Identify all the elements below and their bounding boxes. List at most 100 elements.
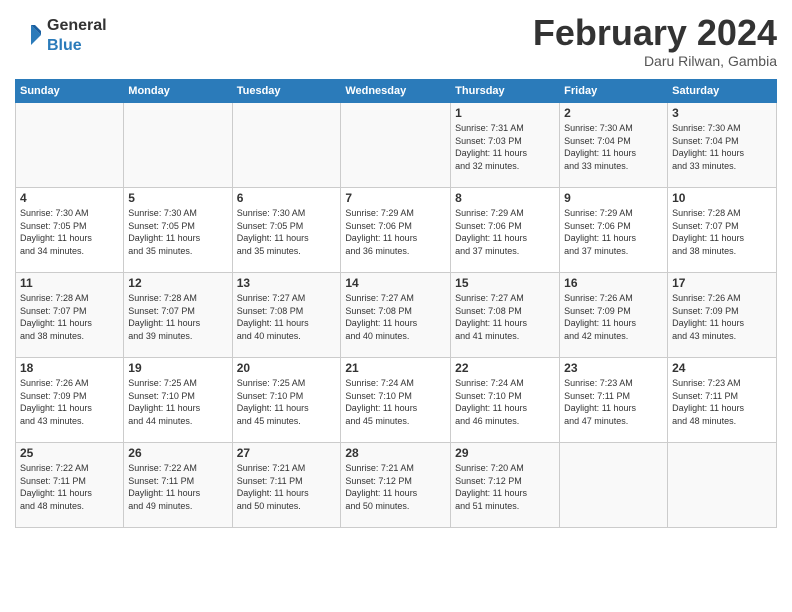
day-info: Sunrise: 7:23 AMSunset: 7:11 PMDaylight:…: [672, 377, 772, 427]
calendar-cell: 25 Sunrise: 7:22 AMSunset: 7:11 PMDayligh…: [16, 443, 124, 528]
calendar-cell: 29 Sunrise: 7:20 AMSunset: 7:12 PMDayligh…: [451, 443, 560, 528]
day-number: 22: [455, 361, 555, 375]
calendar-cell: 17 Sunrise: 7:26 AMSunset: 7:09 PMDayligh…: [668, 273, 777, 358]
day-number: 19: [128, 361, 227, 375]
day-info: Sunrise: 7:26 AMSunset: 7:09 PMDaylight:…: [20, 377, 119, 427]
day-number: 29: [455, 446, 555, 460]
day-number: 5: [128, 191, 227, 205]
day-info: Sunrise: 7:30 AMSunset: 7:04 PMDaylight:…: [564, 122, 663, 172]
calendar-cell: [341, 103, 451, 188]
calendar-table: SundayMondayTuesdayWednesdayThursdayFrid…: [15, 79, 777, 528]
weekday-header: Tuesday: [232, 80, 341, 103]
logo-general: General: [47, 15, 107, 35]
calendar-week-row: 18Sunrise: 7:26 AMSunset: 7:09 PMDayligh…: [16, 358, 777, 443]
calendar-cell: 11Sunrise: 7:28 AMSunset: 7:07 PMDayligh…: [16, 273, 124, 358]
day-info: Sunrise: 7:29 AMSunset: 7:06 PMDaylight:…: [455, 207, 555, 257]
header: General Blue February 2024 Daru Rilwan, …: [15, 15, 777, 69]
day-number: 26: [128, 446, 227, 460]
day-info: Sunrise: 7:26 AMSunset: 7:09 PMDaylight:…: [564, 292, 663, 342]
day-info: Sunrise: 7:28 AMSunset: 7:07 PMDaylight:…: [672, 207, 772, 257]
day-info: Sunrise: 7:25 AMSunset: 7:10 PMDaylight:…: [128, 377, 227, 427]
calendar-cell: 22Sunrise: 7:24 AMSunset: 7:10 PMDayligh…: [451, 358, 560, 443]
day-info: Sunrise: 7:29 AMSunset: 7:06 PMDaylight:…: [564, 207, 663, 257]
day-info: Sunrise: 7:25 AMSunset: 7:10 PMDaylight:…: [237, 377, 337, 427]
calendar-cell: [16, 103, 124, 188]
day-info: Sunrise: 7:21 AMSunset: 7:12 PMDaylight:…: [345, 462, 446, 512]
calendar-cell: 3 Sunrise: 7:30 AMSunset: 7:04 PMDaylight…: [668, 103, 777, 188]
day-info: Sunrise: 7:20 AMSunset: 7:12 PMDaylight:…: [455, 462, 555, 512]
day-number: 27: [237, 446, 337, 460]
calendar-header: SundayMondayTuesdayWednesdayThursdayFrid…: [16, 80, 777, 103]
day-info: Sunrise: 7:30 AMSunset: 7:05 PMDaylight:…: [237, 207, 337, 257]
day-number: 2: [564, 106, 663, 120]
calendar-cell: 24Sunrise: 7:23 AMSunset: 7:11 PMDayligh…: [668, 358, 777, 443]
weekday-header: Thursday: [451, 80, 560, 103]
weekday-header: Wednesday: [341, 80, 451, 103]
calendar-cell: 18Sunrise: 7:26 AMSunset: 7:09 PMDayligh…: [16, 358, 124, 443]
day-number: 23: [564, 361, 663, 375]
day-info: Sunrise: 7:29 AMSunset: 7:06 PMDaylight:…: [345, 207, 446, 257]
day-number: 8: [455, 191, 555, 205]
day-number: 6: [237, 191, 337, 205]
day-number: 28: [345, 446, 446, 460]
calendar-cell: 12Sunrise: 7:28 AMSunset: 7:07 PMDayligh…: [124, 273, 232, 358]
calendar-cell: 28 Sunrise: 7:21 AMSunset: 7:12 PMDayligh…: [341, 443, 451, 528]
day-info: Sunrise: 7:22 AMSunset: 7:11 PMDaylight:…: [128, 462, 227, 512]
logo: General Blue: [15, 15, 107, 55]
weekday-header: Friday: [560, 80, 668, 103]
weekday-header: Monday: [124, 80, 232, 103]
day-info: Sunrise: 7:28 AMSunset: 7:07 PMDaylight:…: [20, 292, 119, 342]
day-number: 25: [20, 446, 119, 460]
day-info: Sunrise: 7:26 AMSunset: 7:09 PMDaylight:…: [672, 292, 772, 342]
day-info: Sunrise: 7:31 AMSunset: 7:03 PMDaylight:…: [455, 122, 555, 172]
day-number: 4: [20, 191, 119, 205]
day-info: Sunrise: 7:24 AMSunset: 7:10 PMDaylight:…: [345, 377, 446, 427]
calendar-cell: 8 Sunrise: 7:29 AMSunset: 7:06 PMDaylight…: [451, 188, 560, 273]
day-info: Sunrise: 7:23 AMSunset: 7:11 PMDaylight:…: [564, 377, 663, 427]
day-number: 3: [672, 106, 772, 120]
month-title: February 2024: [533, 15, 777, 51]
logo-icon: [15, 21, 43, 49]
day-number: 16: [564, 276, 663, 290]
calendar-week-row: 1 Sunrise: 7:31 AMSunset: 7:03 PMDaylight…: [16, 103, 777, 188]
calendar-cell: 19 Sunrise: 7:25 AMSunset: 7:10 PMDayligh…: [124, 358, 232, 443]
calendar-cell: 10 Sunrise: 7:28 AMSunset: 7:07 PMDayligh…: [668, 188, 777, 273]
calendar-cell: [232, 103, 341, 188]
calendar-cell: [124, 103, 232, 188]
calendar-cell: 2 Sunrise: 7:30 AMSunset: 7:04 PMDaylight…: [560, 103, 668, 188]
calendar-cell: 5Sunrise: 7:30 AMSunset: 7:05 PMDaylight…: [124, 188, 232, 273]
day-info: Sunrise: 7:21 AMSunset: 7:11 PMDaylight:…: [237, 462, 337, 512]
calendar-week-row: 25 Sunrise: 7:22 AMSunset: 7:11 PMDayligh…: [16, 443, 777, 528]
weekday-header: Saturday: [668, 80, 777, 103]
day-number: 17: [672, 276, 772, 290]
calendar-cell: 20 Sunrise: 7:25 AMSunset: 7:10 PMDayligh…: [232, 358, 341, 443]
calendar-cell: 4 Sunrise: 7:30 AMSunset: 7:05 PMDaylight…: [16, 188, 124, 273]
day-info: Sunrise: 7:27 AMSunset: 7:08 PMDaylight:…: [345, 292, 446, 342]
calendar-cell: 6 Sunrise: 7:30 AMSunset: 7:05 PMDaylight…: [232, 188, 341, 273]
logo-text: General Blue: [47, 15, 107, 55]
day-info: Sunrise: 7:22 AMSunset: 7:11 PMDaylight:…: [20, 462, 119, 512]
calendar-cell: 9 Sunrise: 7:29 AMSunset: 7:06 PMDaylight…: [560, 188, 668, 273]
calendar-cell: 14 Sunrise: 7:27 AMSunset: 7:08 PMDayligh…: [341, 273, 451, 358]
calendar-cell: [560, 443, 668, 528]
calendar-cell: 1 Sunrise: 7:31 AMSunset: 7:03 PMDaylight…: [451, 103, 560, 188]
day-number: 9: [564, 191, 663, 205]
day-number: 20: [237, 361, 337, 375]
day-number: 14: [345, 276, 446, 290]
calendar-week-row: 11Sunrise: 7:28 AMSunset: 7:07 PMDayligh…: [16, 273, 777, 358]
calendar-cell: 23 Sunrise: 7:23 AMSunset: 7:11 PMDayligh…: [560, 358, 668, 443]
calendar-cell: 21Sunrise: 7:24 AMSunset: 7:10 PMDayligh…: [341, 358, 451, 443]
day-info: Sunrise: 7:30 AMSunset: 7:04 PMDaylight:…: [672, 122, 772, 172]
day-number: 7: [345, 191, 446, 205]
weekday-row: SundayMondayTuesdayWednesdayThursdayFrid…: [16, 80, 777, 103]
day-number: 1: [455, 106, 555, 120]
day-number: 10: [672, 191, 772, 205]
calendar-cell: [668, 443, 777, 528]
weekday-header: Sunday: [16, 80, 124, 103]
calendar-cell: 27 Sunrise: 7:21 AMSunset: 7:11 PMDayligh…: [232, 443, 341, 528]
calendar-body: 1 Sunrise: 7:31 AMSunset: 7:03 PMDaylight…: [16, 103, 777, 528]
calendar-cell: 7 Sunrise: 7:29 AMSunset: 7:06 PMDaylight…: [341, 188, 451, 273]
day-number: 15: [455, 276, 555, 290]
day-info: Sunrise: 7:30 AMSunset: 7:05 PMDaylight:…: [20, 207, 119, 257]
logo-blue: Blue: [47, 35, 107, 55]
